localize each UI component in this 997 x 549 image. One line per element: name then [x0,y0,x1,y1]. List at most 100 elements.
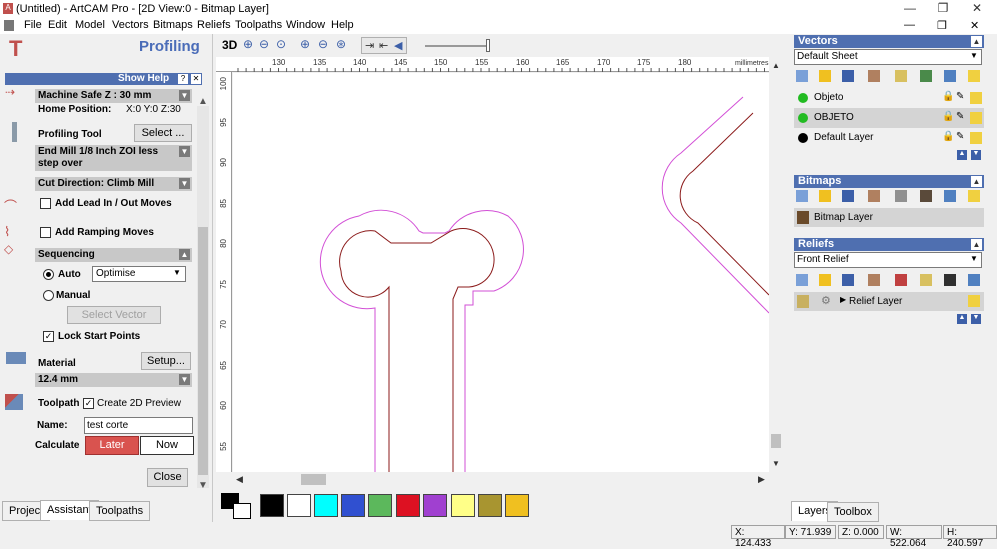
save-layer-icon[interactable] [842,70,854,82]
contrast-slider[interactable] [425,45,490,47]
thickness-expand-icon[interactable]: ▼ [179,374,190,385]
menu-help[interactable]: Help [331,19,354,31]
tab-toolpaths[interactable]: Toolpaths [89,501,151,521]
zoom-in-icon[interactable]: ⊕ [243,37,253,51]
canvas-hscrollbar[interactable]: ◀ ▶ [233,472,769,487]
close-help-icon[interactable]: ✕ [191,74,201,84]
relief-mode-icon[interactable]: ⚙ [821,294,831,307]
optimise-select[interactable]: Optimise ▼ [92,266,186,282]
palette-swatch[interactable] [314,494,338,517]
relief-move-up-icon[interactable]: ▲ [957,314,967,324]
ramping-checkbox[interactable] [40,227,51,238]
move-up-icon[interactable]: ▲ [957,150,967,160]
layer-b-icon[interactable]: ⇤ [379,39,388,52]
manual-radio[interactable] [43,290,54,301]
menu-reliefs[interactable]: Reliefs [197,19,231,31]
save-bitmap-icon[interactable] [842,190,854,202]
tool-expand-icon[interactable]: ▼ [179,146,190,157]
move-down-icon[interactable]: ▼ [971,150,981,160]
palette-swatch[interactable] [396,494,420,517]
menu-toolpaths[interactable]: Toolpaths [235,19,282,31]
thickness-row[interactable]: 12.4 mm ▼ [35,373,192,387]
delete-relief-icon[interactable] [968,274,980,286]
layer-row-default[interactable]: Default Layer 🔒 ✎ [794,128,984,148]
calculate-now-button[interactable]: Now [140,436,194,455]
zoom-box-icon[interactable]: ⊖ [318,37,328,51]
sequencing-collapse-icon[interactable]: ▲ [179,249,190,260]
doc-icon[interactable] [4,20,14,31]
select-tool-button[interactable]: Select ... [134,124,192,142]
tool-name-row[interactable]: End Mill 1/8 Inch ZOI less step over ▼ [35,145,192,171]
minimize-icon[interactable]: — [895,1,925,17]
visibility-bulb-icon[interactable] [970,92,982,104]
show-help-label[interactable]: Show Help [118,73,169,84]
palette-swatch[interactable] [478,494,502,517]
layer-c-icon[interactable]: ◀ [394,39,402,52]
bitmap-layer-row[interactable]: Bitmap Layer [794,208,984,227]
zoom-previous-icon[interactable]: ⊕ [300,37,310,51]
sequencing-row[interactable]: Sequencing ▲ [35,248,192,262]
palette-swatch[interactable] [260,494,284,517]
close-window-icon[interactable]: ✕ [962,1,992,17]
zoom-out-icon[interactable]: ⊖ [259,37,269,51]
lock-icon[interactable]: 🔒 [942,111,954,122]
bitmaps-collapse-icon[interactable]: ▲ [971,176,982,187]
layer-props-icon[interactable] [895,70,907,82]
material-setup-button[interactable]: Setup... [141,352,191,370]
lead-in-checkbox[interactable] [40,198,51,209]
canvas-vscrollbar[interactable]: ▲ ▼ [769,57,783,472]
vscroll-thumb[interactable] [771,434,781,448]
layer-row-objeto-upper[interactable]: OBJETO 🔒 ✎ [794,108,984,128]
toolpath-name-input[interactable] [84,417,193,434]
drawing-canvas[interactable] [233,73,769,472]
menu-file[interactable]: File [24,19,42,31]
relief-layer-row[interactable]: ⚙ ▶ Relief Layer [794,292,984,311]
visibility-bulb-icon[interactable] [970,112,982,124]
palette-swatch[interactable] [341,494,365,517]
safe-z-expand-icon[interactable]: ▼ [179,90,190,101]
palette-swatch[interactable] [505,494,529,517]
lock-start-checkbox[interactable]: ✓ [43,331,54,342]
hscroll-thumb[interactable] [301,474,326,485]
edit-icon[interactable]: ✎ [956,91,964,102]
left-scrollbar-thumb[interactable] [198,227,208,475]
relief-visibility-icon[interactable] [968,295,980,307]
palette-swatch[interactable] [423,494,447,517]
layer-row-objeto[interactable]: Objeto 🔒 ✎ [794,88,984,108]
lock-icon[interactable]: 🔒 [942,131,954,142]
bitmap-bulb-icon[interactable] [968,190,980,202]
relief-props-icon[interactable] [920,274,932,286]
lock-icon[interactable]: 🔒 [942,91,954,102]
merge-layer-icon[interactable] [920,70,932,82]
bitmap-tool-icon[interactable] [868,190,880,202]
zoom-extents-icon[interactable]: ⊙ [276,37,286,51]
close-button[interactable]: Close [147,468,188,487]
open-bitmap-icon[interactable] [819,190,831,202]
bitmap-props-icon[interactable] [895,190,907,202]
auto-radio[interactable] [43,269,54,280]
bulb-icon[interactable] [968,70,980,82]
open-layer-icon[interactable] [819,70,831,82]
help-icon[interactable]: ? [178,74,188,84]
delete-layer-icon[interactable] [944,70,956,82]
mdi-minimize-icon[interactable]: — [904,19,915,31]
palette-swatch[interactable] [287,494,311,517]
menu-model[interactable]: Model [75,19,105,31]
hscroll-right-icon[interactable]: ▶ [758,474,765,485]
menu-edit[interactable]: Edit [48,19,67,31]
cut-direction-row[interactable]: Cut Direction: Climb Mill ▼ [35,177,192,191]
menu-bitmaps[interactable]: Bitmaps [153,19,193,31]
zoom-fit-icon[interactable]: ⊛ [336,37,346,51]
scroll-down-arrow-icon[interactable]: ▼ [198,480,208,491]
new-bitmap-icon[interactable] [796,190,808,202]
maximize-icon[interactable]: ❐ [928,1,958,17]
relief-combine-icon[interactable] [895,274,907,286]
vscroll-down-icon[interactable]: ▼ [772,459,780,468]
hscroll-left-icon[interactable]: ◀ [236,474,243,485]
layer-a-icon[interactable]: ⇥ [365,39,374,52]
palette-swatch[interactable] [451,494,475,517]
tab-toolbox[interactable]: Toolbox [827,502,879,522]
mdi-close-icon[interactable]: ✕ [970,19,979,32]
edit-icon[interactable]: ✎ [956,111,964,122]
mdi-restore-icon[interactable]: ❐ [937,19,947,32]
